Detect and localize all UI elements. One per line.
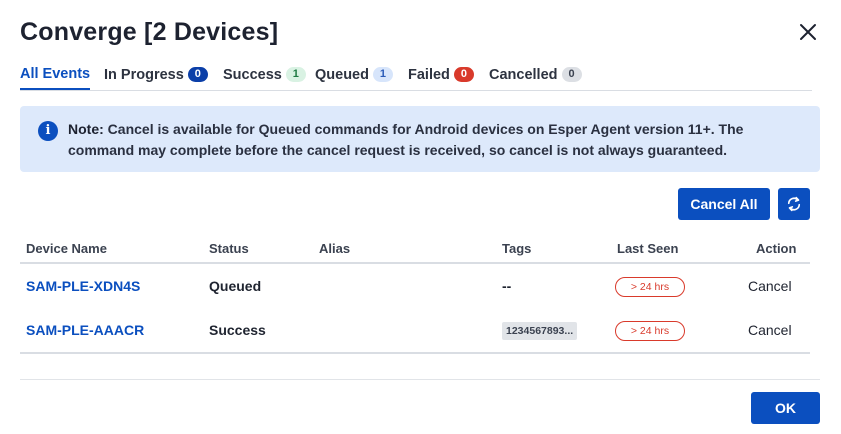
refresh-icon xyxy=(787,196,801,212)
status-text: Queued xyxy=(209,278,262,294)
tab-label: All Events xyxy=(20,66,91,82)
col-device-name: Device Name xyxy=(26,241,107,256)
col-tags: Tags xyxy=(502,241,532,256)
tab-label: Cancelled xyxy=(489,66,558,83)
tab-success[interactable]: Success 1 xyxy=(223,60,306,89)
tab-in-progress[interactable]: In Progress 0 xyxy=(104,60,208,89)
tab-all-events[interactable]: All Events xyxy=(20,60,91,90)
last-seen-cell: > 24 hrs xyxy=(615,321,685,341)
table-header: Device Name Status Alias Tags Last Seen … xyxy=(20,236,810,264)
count-badge: 0 xyxy=(187,67,208,82)
cancel-action-disabled: Cancel xyxy=(748,322,792,338)
table-bottom-border xyxy=(20,352,810,354)
device-name-link[interactable]: SAM-PLE-AAACR xyxy=(26,322,144,338)
tab-label: Queued xyxy=(315,66,369,83)
last-seen-cell: > 24 hrs xyxy=(615,277,685,297)
col-action: Action xyxy=(756,241,797,256)
cancel-action-link[interactable]: Cancel xyxy=(748,278,792,294)
tags-cell: 1234567893... xyxy=(502,321,578,340)
refresh-button[interactable] xyxy=(778,188,810,220)
tab-cancelled[interactable]: Cancelled 0 xyxy=(489,60,582,89)
info-icon: i xyxy=(38,121,58,141)
footer-divider xyxy=(20,379,820,380)
col-last-seen: Last Seen xyxy=(617,241,679,256)
table-row: SAM-PLE-AAACR Success 1234567893... > 24… xyxy=(20,308,810,352)
count-badge: 0 xyxy=(561,67,582,82)
note-body: Cancel is available for Queued commands … xyxy=(68,121,744,158)
last-seen-badge: > 24 hrs xyxy=(615,277,685,297)
count-badge: 1 xyxy=(372,67,393,82)
device-name-link[interactable]: SAM-PLE-XDN4S xyxy=(26,278,140,294)
status-text: Success xyxy=(209,322,266,338)
cancel-note-banner: i Note: Cancel is available for Queued c… xyxy=(20,106,820,172)
tags-text: -- xyxy=(502,278,512,294)
ok-button[interactable]: OK xyxy=(751,392,820,424)
tab-label: In Progress xyxy=(104,66,184,83)
note-label: Note: xyxy=(68,121,104,137)
event-tabs: All Events In Progress 0 Success 1 Queue… xyxy=(20,60,812,91)
close-icon[interactable] xyxy=(796,20,820,44)
count-badge: 0 xyxy=(453,67,474,82)
tab-failed[interactable]: Failed 0 xyxy=(408,60,474,89)
count-badge: 1 xyxy=(285,67,306,82)
col-alias: Alias xyxy=(319,241,351,256)
last-seen-badge: > 24 hrs xyxy=(615,321,685,341)
dialog-title: Converge [2 Devices] xyxy=(20,18,279,46)
tab-label: Success xyxy=(223,66,282,83)
devices-table: Device Name Status Alias Tags Last Seen … xyxy=(20,236,810,354)
tab-label: Failed xyxy=(408,66,450,83)
tag-chip[interactable]: 1234567893... xyxy=(502,322,578,340)
cancel-all-button[interactable]: Cancel All xyxy=(678,188,770,220)
note-text: Note: Cancel is available for Queued com… xyxy=(68,119,778,161)
col-status: Status xyxy=(209,241,249,256)
table-row: SAM-PLE-XDN4S Queued -- > 24 hrs Cancel xyxy=(20,264,810,308)
tab-queued[interactable]: Queued 1 xyxy=(315,60,393,89)
